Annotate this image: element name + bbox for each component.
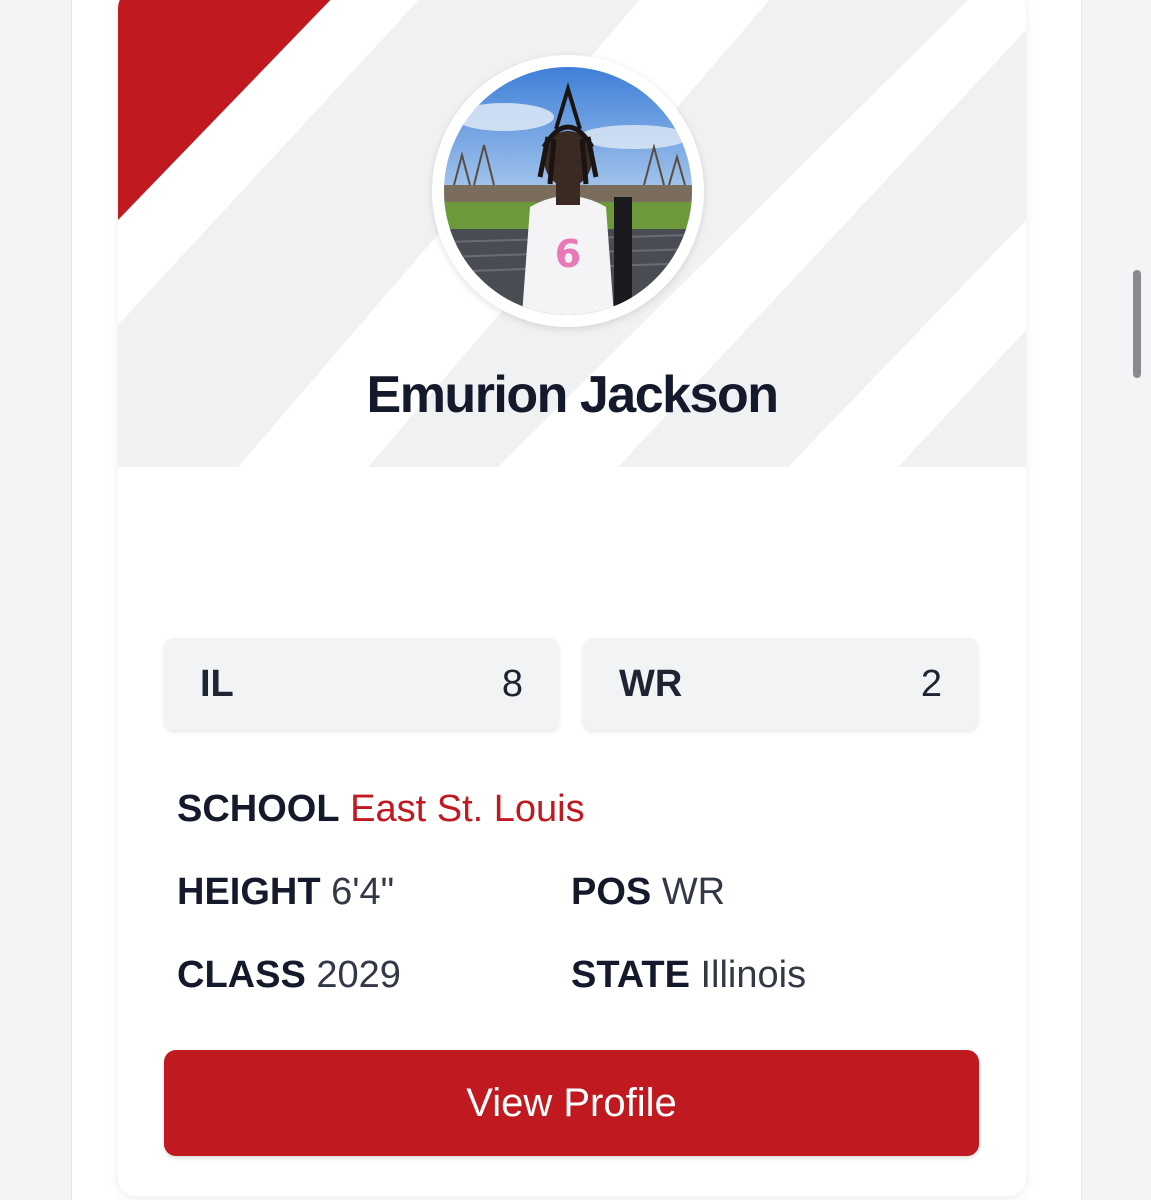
avatar: 6 bbox=[432, 55, 704, 327]
school-label: SCHOOL bbox=[177, 788, 340, 830]
player-card: 6 Emurion Jackson IL 8 WR 2 SCHOOL East … bbox=[118, 0, 1026, 1196]
class-label: CLASS bbox=[177, 954, 306, 996]
scrollbar[interactable] bbox=[1133, 270, 1141, 378]
state-value: Illinois bbox=[700, 954, 807, 996]
rank-state-value: 8 bbox=[501, 662, 523, 705]
player-photo: 6 bbox=[444, 67, 692, 315]
rank-position-value: 2 bbox=[920, 662, 942, 705]
school-row: SCHOOL East St. Louis bbox=[177, 788, 585, 831]
class-value: 2029 bbox=[316, 954, 401, 996]
height-label: HEIGHT bbox=[177, 871, 321, 913]
rank-state: IL 8 bbox=[164, 638, 559, 730]
position-row: POS WR bbox=[571, 871, 725, 914]
height-row: HEIGHT 6'4" bbox=[177, 871, 394, 914]
height-value: 6'4" bbox=[331, 871, 395, 913]
class-row: CLASS 2029 bbox=[177, 954, 401, 997]
position-value: WR bbox=[661, 871, 726, 913]
state-label: STATE bbox=[571, 954, 690, 996]
rank-position: WR 2 bbox=[583, 638, 978, 730]
rank-state-label: IL bbox=[200, 662, 234, 705]
card-header: 6 Emurion Jackson bbox=[118, 0, 1026, 467]
player-name: Emurion Jackson bbox=[366, 366, 779, 424]
svg-text:6: 6 bbox=[555, 232, 581, 276]
view-profile-button[interactable]: View Profile bbox=[164, 1050, 979, 1156]
rank-position-label: WR bbox=[619, 662, 683, 705]
state-row: STATE Illinois bbox=[571, 954, 806, 997]
school-value[interactable]: East St. Louis bbox=[350, 788, 584, 830]
position-label: POS bbox=[571, 871, 652, 913]
